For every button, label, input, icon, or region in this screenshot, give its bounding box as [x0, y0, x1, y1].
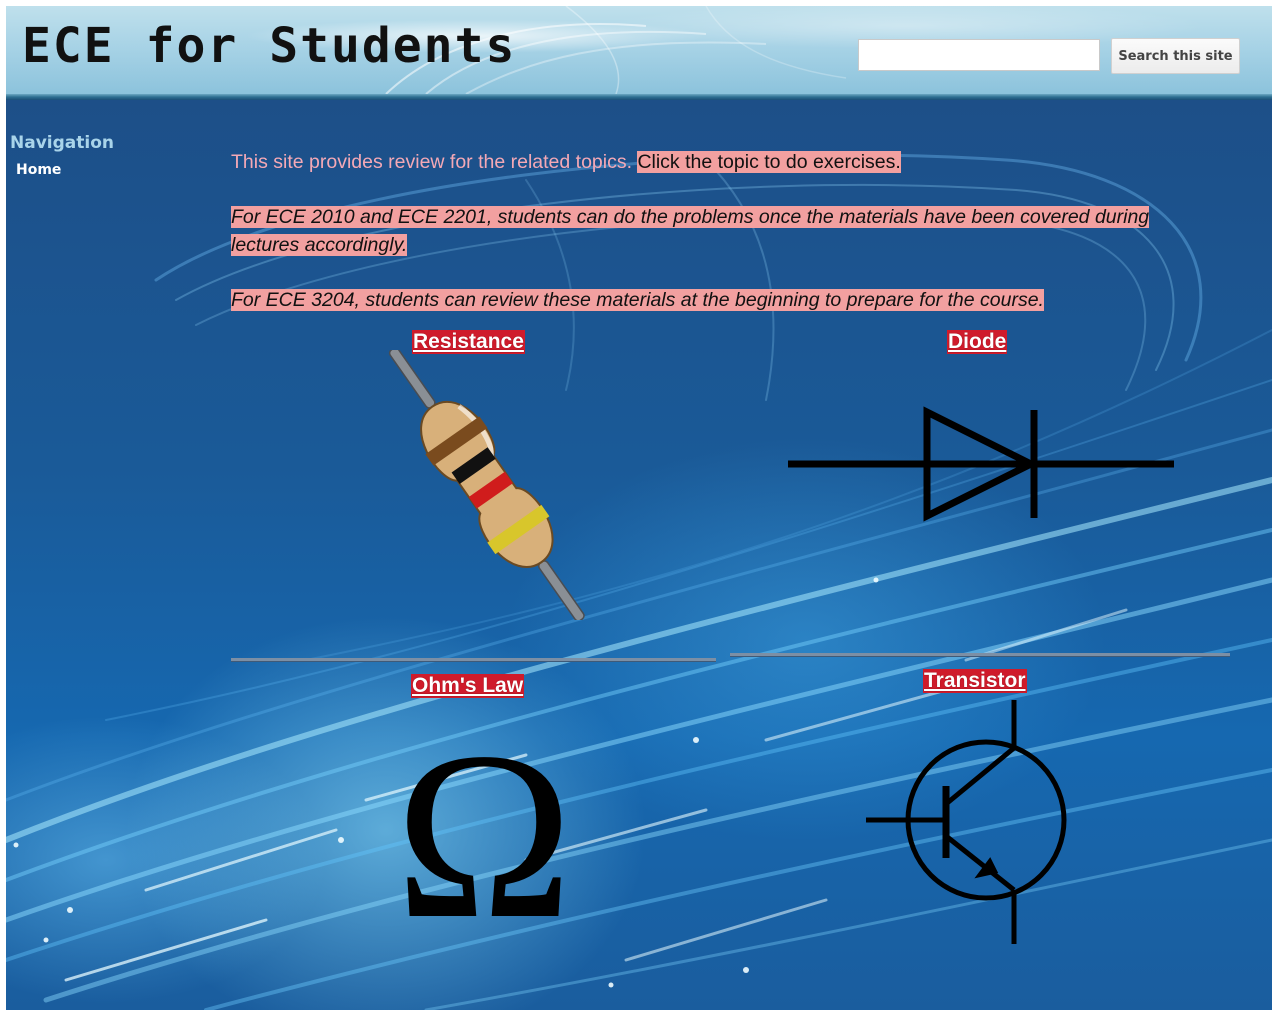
section-divider-right: [730, 653, 1230, 657]
main-content: Navigation Home This site provides revie…: [6, 100, 1272, 1010]
search-button[interactable]: Search this site: [1111, 38, 1240, 74]
transistor-symbol-icon[interactable]: [864, 700, 1074, 945]
site-title[interactable]: ECE for Students: [22, 18, 516, 74]
diode-symbol-icon[interactable]: [786, 400, 1176, 530]
omega-icon[interactable]: Ω: [384, 720, 584, 930]
intro-paragraph-3: For ECE 3204, students can review these …: [231, 286, 1251, 314]
svg-text:Ω: Ω: [395, 720, 573, 930]
nav-item-home[interactable]: Home: [16, 162, 61, 178]
site-header: ECE for Students Search this site: [6, 6, 1272, 94]
topic-link-transistor[interactable]: Transistor: [923, 669, 1027, 693]
topic-link-diode[interactable]: Diode: [947, 330, 1008, 354]
topic-link-ohms-law[interactable]: Ohm's Law: [411, 674, 525, 698]
intro-highlight-text: Click the topic to do exercises.: [637, 151, 901, 173]
intro-ece3204-text: For ECE 3204, students can review these …: [231, 289, 1044, 311]
intro-ece2010-text: For ECE 2010 and ECE 2201, students can …: [231, 206, 1150, 256]
page-frame: ECE for Students Search this site Naviga…: [6, 6, 1272, 1010]
resistor-icon[interactable]: [346, 350, 626, 620]
search-input[interactable]: [858, 39, 1100, 71]
intro-plain-text: This site provides review for the relate…: [231, 151, 633, 173]
intro-paragraph-2: For ECE 2010 and ECE 2201, students can …: [231, 203, 1191, 259]
intro-paragraph-1: This site provides review for the relate…: [231, 148, 1231, 176]
section-divider-left: [231, 658, 716, 662]
navigation-title: Navigation: [10, 133, 114, 153]
